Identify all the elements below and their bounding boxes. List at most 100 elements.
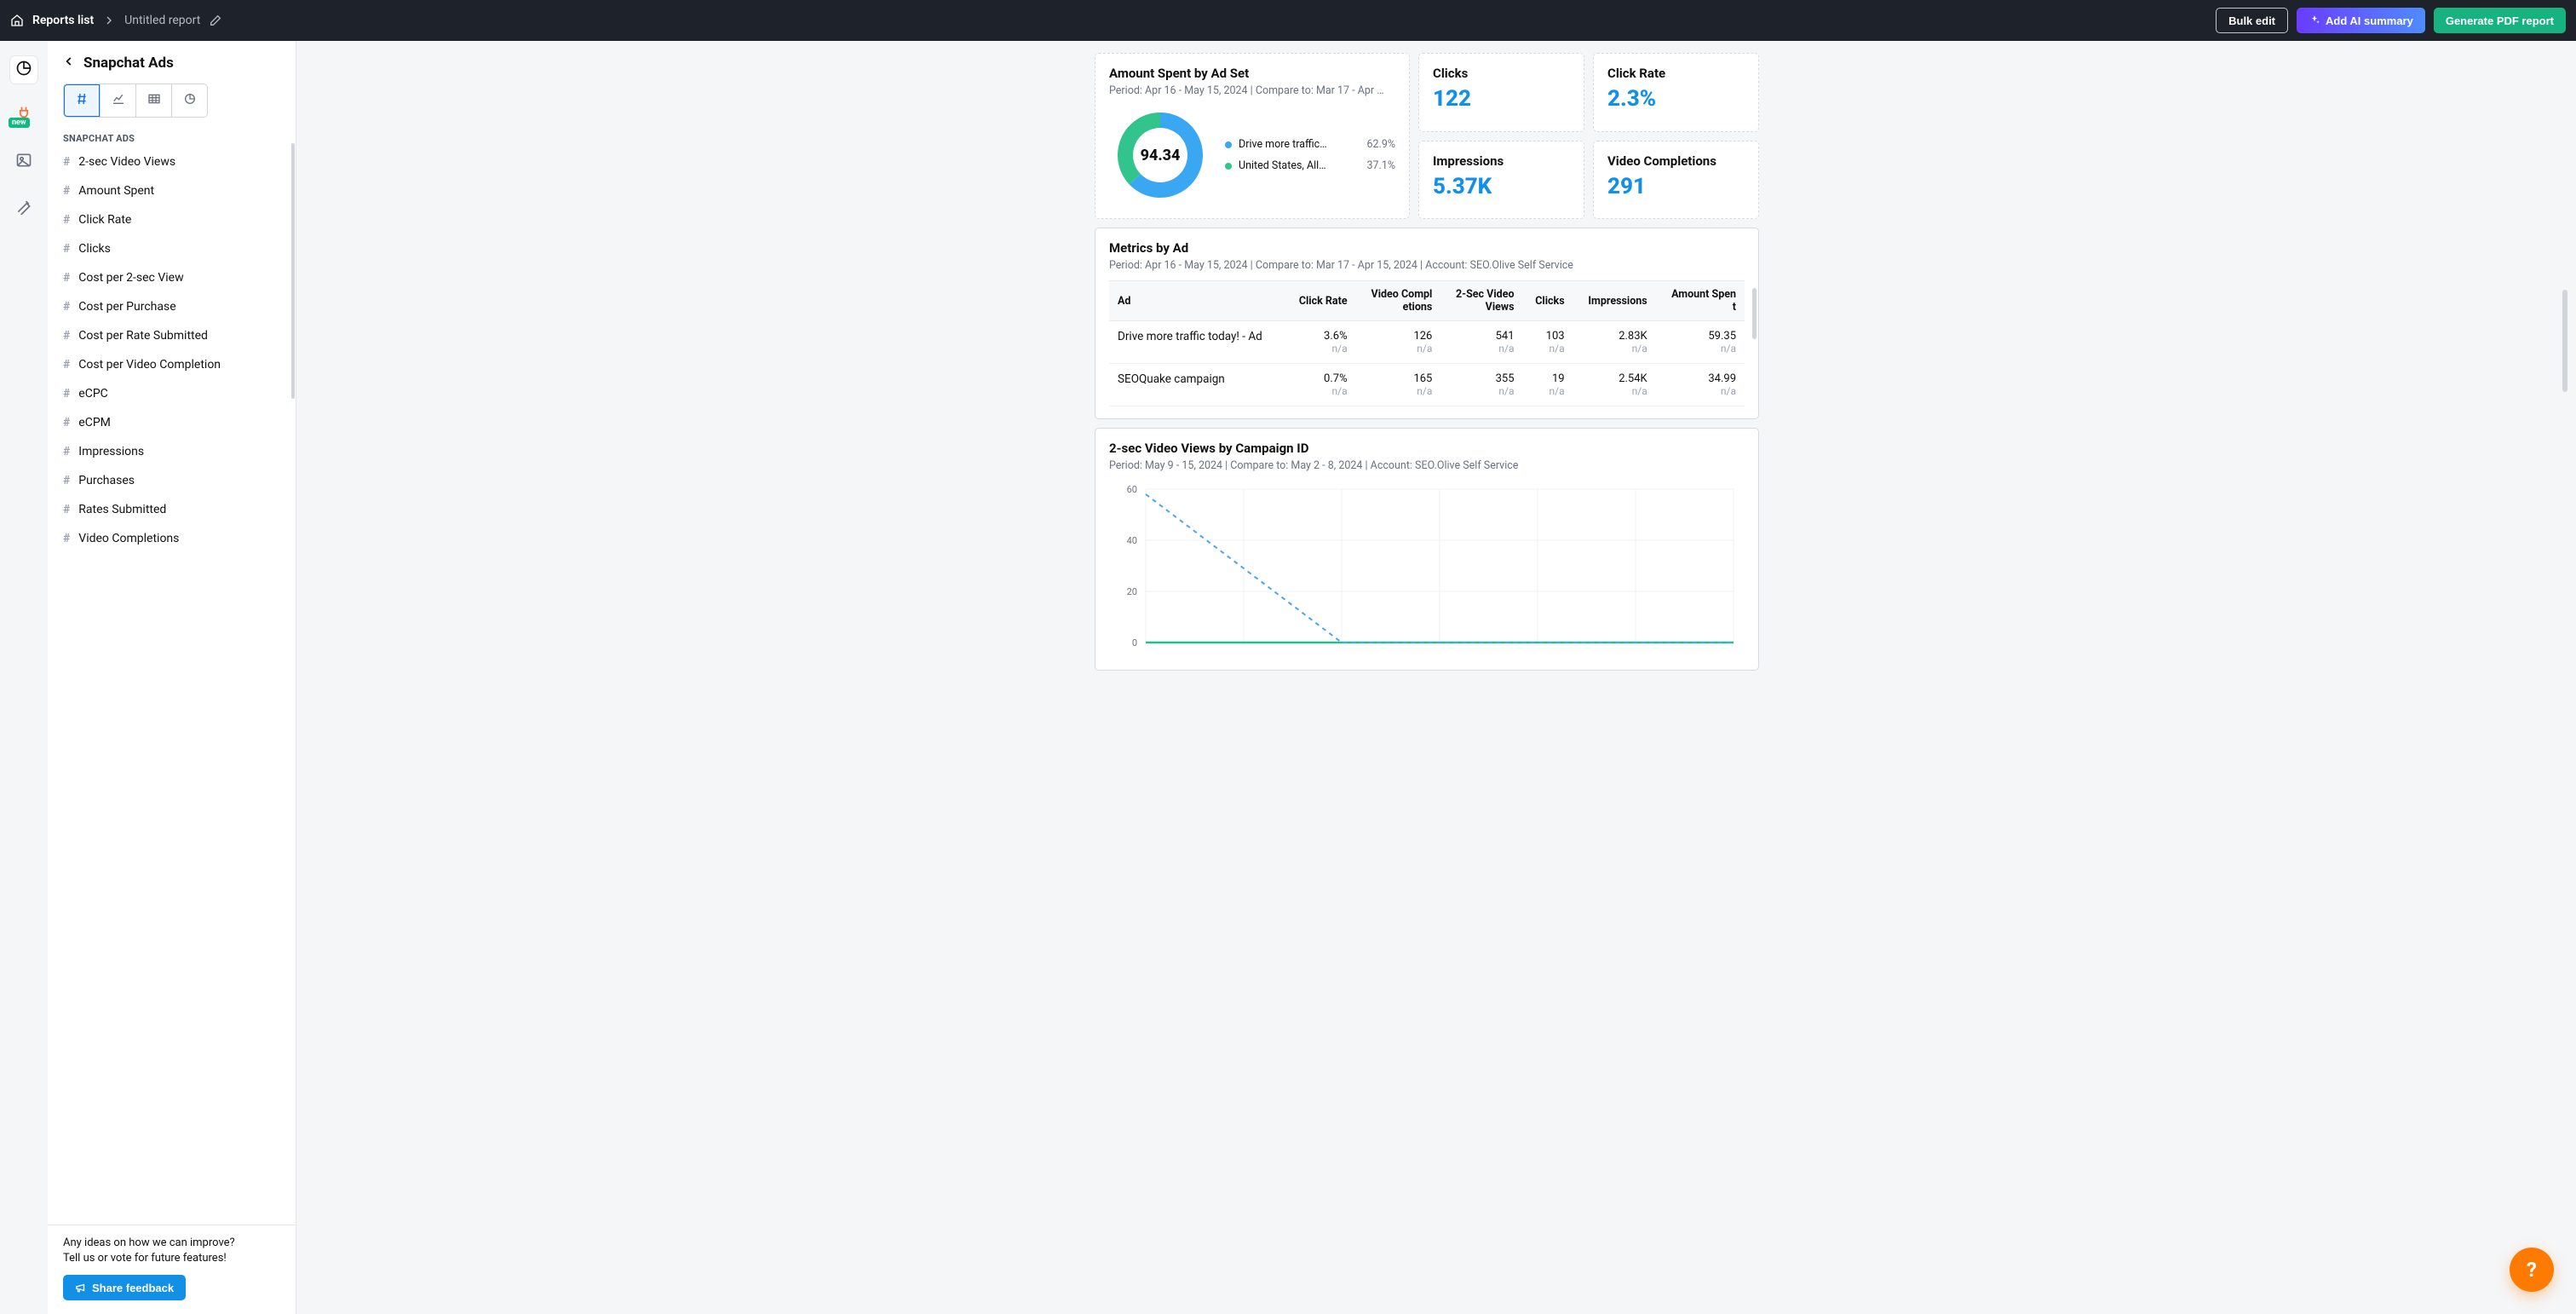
stat-impressions[interactable]: Impressions 5.37K (1418, 141, 1584, 220)
metric-item[interactable]: #2-sec Video Views (53, 147, 290, 176)
chevron-left-icon[interactable] (63, 55, 75, 72)
rail-edit-button[interactable] (10, 194, 37, 222)
add-ai-summary-button[interactable]: Add AI summary (2297, 8, 2425, 33)
hash-icon: # (63, 213, 70, 227)
legend-item: Drive more traffic…62.9% (1225, 138, 1395, 151)
stat-impressions-value: 5.37K (1433, 174, 1570, 199)
table-cell: 2.54Kn/a (1573, 364, 1656, 406)
rail-metrics-button[interactable] (10, 56, 37, 84)
breadcrumb-home[interactable]: Reports list (32, 14, 94, 27)
topbar: Reports list Untitled report Bulk edit A… (0, 0, 2576, 41)
legend-item: United States, All…37.1% (1225, 159, 1395, 172)
donut-title: Amount Spent by Ad Set (1109, 66, 1395, 81)
stat-completions[interactable]: Video Completions 291 (1593, 141, 1759, 220)
table-header[interactable]: Click Rate (1285, 281, 1355, 321)
table-row[interactable]: SEOQuake campaign0.7%n/a165n/a355n/a19n/… (1109, 364, 1745, 406)
canvas[interactable]: Amount Spent by Ad Set Period: Apr 16 - … (296, 41, 2576, 1314)
bulk-edit-button[interactable]: Bulk edit (2216, 8, 2288, 33)
linechart-sub: Period: May 9 - 15, 2024 | Compare to: M… (1109, 459, 1745, 472)
rail-images-button[interactable] (10, 148, 37, 176)
metric-item[interactable]: #eCPC (53, 379, 290, 408)
metric-item[interactable]: # Cost per Video Completion (53, 350, 290, 379)
metric-item[interactable]: # Video Completions (53, 524, 290, 553)
stat-completions-value: 291 (1607, 174, 1745, 199)
chevron-right-icon (102, 14, 116, 27)
table-cell: Drive more traffic today! - Ad (1109, 321, 1285, 364)
svg-text:20: 20 (1127, 586, 1137, 597)
new-badge: new (9, 118, 30, 128)
sparkle-icon (2309, 14, 2320, 26)
metric-item[interactable]: #Cost per Purchase (53, 292, 290, 321)
table-row[interactable]: Drive more traffic today! - Ad3.6%n/a126… (1109, 321, 1745, 364)
help-icon: ? (2527, 1258, 2537, 1282)
viewtype-table[interactable] (135, 84, 171, 117)
metric-item-label: Video Completions (78, 532, 179, 545)
metric-item-label: Clicks (78, 242, 111, 256)
metric-item[interactable]: #Purchases (53, 466, 290, 495)
metric-item[interactable]: #Click Rate (53, 205, 290, 234)
hash-icon: # (63, 358, 70, 372)
viewtype-line[interactable] (100, 84, 135, 117)
generate-pdf-button[interactable]: Generate PDF report (2434, 8, 2566, 33)
stat-clicks-label: Clicks (1433, 66, 1570, 81)
table-scrollbar[interactable] (1752, 288, 1757, 339)
table-card[interactable]: Metrics by Ad Period: Apr 16 - May 15, 2… (1095, 228, 1759, 419)
canvas-scrollbar[interactable] (2562, 290, 2567, 392)
metric-item[interactable]: #Clicks (53, 234, 290, 263)
metric-item[interactable]: #Impressions (53, 437, 290, 466)
donut-card[interactable]: Amount Spent by Ad Set Period: Apr 16 - … (1095, 53, 1410, 219)
table-header[interactable]: Video Completions (1356, 281, 1441, 321)
table-cell: SEOQuake campaign (1109, 364, 1285, 406)
board: Amount Spent by Ad Set Period: Apr 16 - … (1095, 53, 1759, 671)
stat-clicks[interactable]: Clicks 122 (1418, 53, 1584, 132)
legend-dot (1225, 141, 1232, 148)
table-cell: 34.99n/a (1656, 364, 1745, 406)
help-button[interactable]: ? (2510, 1248, 2554, 1292)
table-header[interactable]: Impressions (1573, 281, 1656, 321)
metric-item-label: Cost per Rate Submitted (78, 329, 208, 343)
breadcrumb-report-name[interactable]: Untitled report (124, 14, 200, 27)
breadcrumb: Reports list Untitled report (10, 14, 2207, 27)
metric-item[interactable]: #Rates Submitted (53, 495, 290, 524)
table-header[interactable]: Clicks (1523, 281, 1573, 321)
table-cell: 541n/a (1440, 321, 1522, 364)
pie-small-icon (183, 92, 197, 109)
hash-icon: # (63, 300, 70, 314)
metric-item-label: Purchases (78, 474, 135, 487)
metric-list[interactable]: #2-sec Video Views#Amount Spent#Click Ra… (48, 147, 296, 1225)
metric-item[interactable]: #Amount Spent (53, 176, 290, 205)
metric-item-label: Cost per Video Completion (78, 358, 221, 372)
hash-icon: # (63, 155, 70, 169)
viewtype-number[interactable] (64, 84, 100, 117)
table-icon (147, 92, 161, 109)
edit-icon[interactable] (209, 14, 222, 27)
svg-text:60: 60 (1127, 484, 1137, 495)
hash-icon: # (63, 532, 70, 545)
wand-icon (15, 198, 32, 218)
metric-item-label: eCPC (78, 387, 107, 401)
metric-item-label: Cost per 2-sec View (78, 271, 183, 285)
svg-text:0: 0 (1132, 637, 1137, 648)
stat-clickrate[interactable]: Click Rate 2.3% (1593, 53, 1759, 132)
sidebar: Snapchat Ads SNAPCHAT ADS #2-sec Video V… (48, 41, 296, 1314)
hash-icon: # (63, 329, 70, 343)
share-feedback-button[interactable]: Share feedback (63, 1275, 186, 1300)
pie-icon (15, 60, 32, 80)
viewtype-pie[interactable] (171, 84, 207, 117)
metric-item[interactable]: #eCPM (53, 408, 290, 437)
metric-item[interactable]: #Cost per 2-sec View (53, 263, 290, 292)
legend-name: United States, All… (1239, 159, 1351, 172)
table-cell: 103n/a (1523, 321, 1573, 364)
hash-icon: # (63, 503, 70, 516)
line-chart-card[interactable]: 2-sec Video Views by Campaign ID Period:… (1095, 428, 1759, 671)
table-cell: 126n/a (1356, 321, 1441, 364)
rail-integrations-button[interactable]: new (10, 102, 37, 130)
table-header[interactable]: Ad (1109, 281, 1285, 321)
table-header[interactable]: Amount Spent (1656, 281, 1745, 321)
hash-icon: # (63, 416, 70, 429)
metrics-table: AdClick RateVideo Completions2-Sec Video… (1109, 280, 1745, 406)
metric-item[interactable]: # Cost per Rate Submitted (53, 321, 290, 350)
table-header[interactable]: 2-Sec VideoViews (1440, 281, 1522, 321)
table-sub: Period: Apr 16 - May 15, 2024 | Compare … (1109, 259, 1745, 272)
home-icon[interactable] (10, 14, 24, 27)
